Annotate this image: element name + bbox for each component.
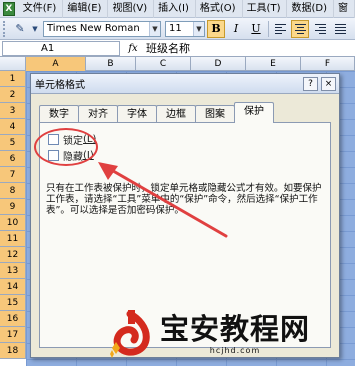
menu-edit[interactable]: 编辑(E) [63, 0, 109, 18]
toolbar-grip[interactable] [3, 20, 9, 37]
menu-view[interactable]: 视图(V) [108, 0, 155, 18]
align-left-icon [274, 23, 286, 34]
row-header[interactable]: 6 [0, 151, 26, 167]
formatting-toolbar: ✎ ▼ Times New Roman ▼ 11 ▼ B I U [0, 18, 355, 40]
row-header[interactable]: 15 [0, 295, 26, 311]
dialog-title-bar[interactable]: 单元格格式 ? × [31, 74, 339, 94]
italic-button[interactable]: I [227, 20, 245, 38]
merge-center-icon [334, 23, 346, 34]
format-painter-icon[interactable]: ✎ [11, 20, 29, 38]
tab-patterns[interactable]: 图案 [195, 105, 235, 123]
annotation-circle [34, 128, 98, 166]
column-header[interactable]: D [191, 57, 246, 71]
dialog-title: 单元格格式 [35, 80, 85, 91]
row-header[interactable]: 18 [0, 343, 26, 359]
menu-file[interactable]: 文件(F) [19, 0, 64, 18]
column-headers: A B C D E F [0, 57, 355, 71]
excel-app-icon[interactable]: X [3, 1, 15, 16]
row-header[interactable]: 16 [0, 311, 26, 327]
chevron-down-icon[interactable]: ▼ [193, 21, 204, 36]
font-name-value: Times New Roman [47, 23, 140, 34]
align-center-button[interactable] [291, 19, 309, 38]
name-box[interactable]: A1 [2, 40, 120, 56]
close-button[interactable]: × [321, 76, 336, 91]
column-header[interactable]: A [26, 57, 86, 71]
align-right-icon [314, 23, 326, 34]
help-button[interactable]: ? [303, 76, 318, 91]
row-header[interactable]: 7 [0, 167, 26, 183]
column-header[interactable]: B [86, 57, 136, 71]
menu-insert[interactable]: 插入(I) [154, 0, 196, 18]
toolbar-divider [268, 20, 269, 37]
row-header[interactable]: 13 [0, 263, 26, 279]
column-header[interactable]: E [246, 57, 301, 71]
column-header[interactable]: F [301, 57, 355, 71]
bold-button[interactable]: B [207, 19, 225, 38]
row-header[interactable]: 5 [0, 135, 26, 151]
row-header[interactable]: 3 [0, 103, 26, 119]
menu-tools[interactable]: 工具(T) [243, 0, 288, 18]
font-size-combo[interactable]: 11 ▼ [165, 20, 205, 37]
align-right-button[interactable] [311, 20, 329, 38]
align-center-icon [294, 23, 306, 34]
tab-border[interactable]: 边框 [156, 105, 196, 123]
column-header[interactable]: C [136, 57, 191, 71]
row-header[interactable]: 8 [0, 183, 26, 199]
select-all-corner[interactable] [0, 57, 26, 71]
underline-button[interactable]: U [247, 20, 265, 38]
annotation-arrow-icon [98, 162, 228, 238]
row-header[interactable]: 11 [0, 231, 26, 247]
watermark-logo-icon [108, 308, 154, 358]
tab-protection[interactable]: 保护 [234, 102, 274, 123]
dialog-tabs: 数字 对齐 字体 边框 图案 保护 [39, 102, 274, 123]
chevron-down-icon[interactable]: ▼ [31, 20, 39, 38]
row-header[interactable]: 14 [0, 279, 26, 295]
watermark-url: hcjhd.com [209, 345, 261, 355]
watermark-text: 宝安教程网 hcjhd.com [160, 312, 310, 355]
row-header[interactable]: 10 [0, 215, 26, 231]
font-name-combo[interactable]: Times New Roman ▼ [43, 20, 161, 37]
row-header[interactable]: 4 [0, 119, 26, 135]
menu-bar: X 文件(F) 编辑(E) 视图(V) 插入(I) 格式(O) 工具(T) 数据… [0, 0, 355, 18]
tab-alignment[interactable]: 对齐 [78, 105, 118, 123]
menu-data[interactable]: 数据(D) [287, 0, 334, 18]
row-header[interactable]: 1 [0, 71, 26, 87]
formula-bar: A1 fx 班级名称 [0, 40, 355, 57]
tab-number[interactable]: 数字 [39, 105, 79, 123]
menu-format[interactable]: 格式(O) [196, 0, 243, 18]
row-header[interactable]: 2 [0, 87, 26, 103]
formula-input[interactable]: 班级名称 [146, 40, 190, 56]
watermark-title: 宝安教程网 [160, 311, 311, 346]
merge-center-button[interactable] [331, 20, 349, 38]
row-header[interactable]: 9 [0, 199, 26, 215]
watermark: 宝安教程网 hcjhd.com [108, 303, 353, 363]
menu-window[interactable]: 窗 [334, 0, 355, 18]
fx-icon[interactable]: fx [120, 43, 146, 54]
font-size-value: 11 [169, 23, 182, 34]
chevron-down-icon[interactable]: ▼ [149, 21, 160, 36]
row-header[interactable]: 12 [0, 247, 26, 263]
row-header[interactable]: 17 [0, 327, 26, 343]
tab-font[interactable]: 字体 [117, 105, 157, 123]
align-left-button[interactable] [271, 20, 289, 38]
